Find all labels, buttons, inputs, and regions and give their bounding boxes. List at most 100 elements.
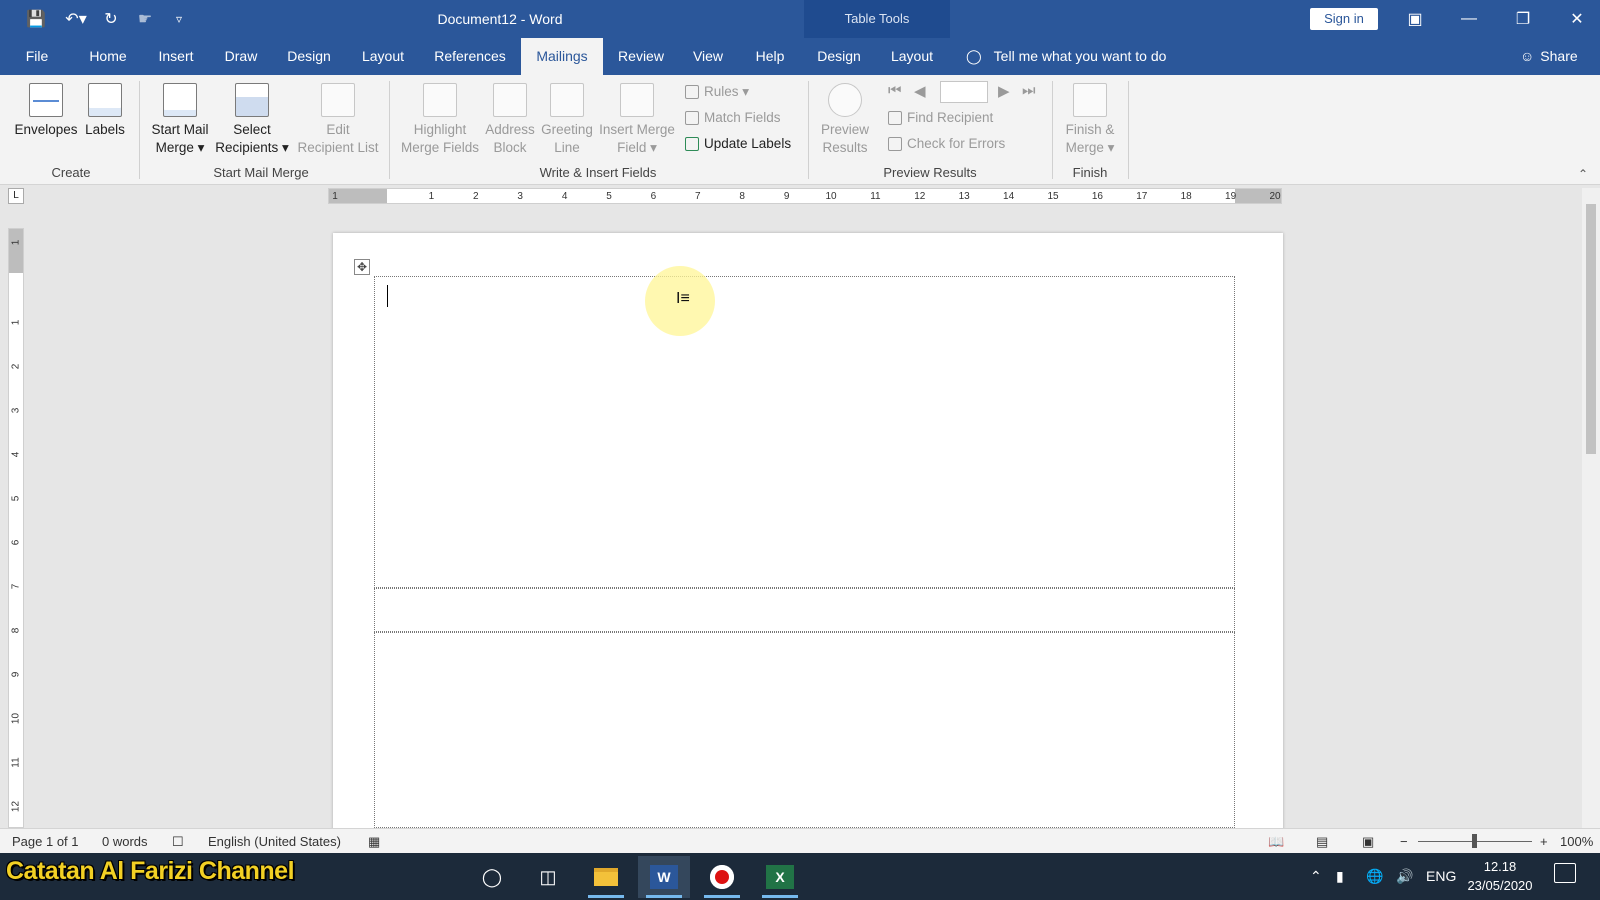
proofing-icon[interactable]: ☐ bbox=[172, 829, 184, 854]
table-cell-2[interactable] bbox=[374, 588, 1235, 632]
edit-recipient-list-button[interactable]: Edit Recipient List bbox=[292, 83, 384, 157]
greeting-line2: Line bbox=[554, 140, 580, 155]
ribbon-mailings: Envelopes Labels Create Start Mail Merge … bbox=[0, 75, 1600, 185]
tab-insert[interactable]: Insert bbox=[152, 38, 200, 75]
minimize-icon[interactable]: — bbox=[1446, 0, 1492, 38]
volume-icon[interactable]: 🔊 bbox=[1396, 853, 1413, 900]
record-number-input[interactable] bbox=[940, 81, 988, 103]
ruler-tick-label: 12 bbox=[10, 800, 22, 813]
finish-line1: Finish & bbox=[1065, 122, 1115, 137]
greeting-line-button[interactable]: Greeting Line bbox=[538, 83, 596, 157]
table-move-handle-icon[interactable]: ✥ bbox=[354, 259, 370, 275]
ribbon-display-options-icon[interactable]: ▣ bbox=[1392, 0, 1438, 38]
group-separator bbox=[808, 81, 809, 179]
customize-qat-icon[interactable]: ▿ bbox=[168, 0, 190, 38]
insert-line2: Field bbox=[617, 140, 647, 155]
undo-icon[interactable]: ↶▾ bbox=[58, 0, 94, 38]
rules-button[interactable]: Rules ▾ bbox=[685, 81, 749, 103]
tab-table-design[interactable]: Design bbox=[812, 38, 866, 75]
envelopes-button[interactable]: Envelopes bbox=[14, 83, 78, 139]
tab-home[interactable]: Home bbox=[82, 38, 134, 75]
word-app-icon[interactable]: W bbox=[638, 856, 690, 898]
zoom-level[interactable]: 100% bbox=[1560, 829, 1593, 854]
group-separator bbox=[139, 81, 140, 179]
select-recipients-button[interactable]: Select Recipients ▾ bbox=[214, 83, 290, 157]
task-view-icon[interactable]: ◫ bbox=[522, 856, 574, 898]
insert-merge-field-button[interactable]: Insert Merge Field ▾ bbox=[596, 83, 678, 157]
tab-view[interactable]: View bbox=[686, 38, 730, 75]
zoom-in-icon[interactable]: + bbox=[1540, 829, 1548, 854]
tab-review[interactable]: Review bbox=[614, 38, 668, 75]
address-block-button[interactable]: Address Block bbox=[482, 83, 538, 157]
share-button[interactable]: ☺ Share bbox=[1520, 38, 1578, 75]
sign-in-button[interactable]: Sign in bbox=[1310, 8, 1378, 30]
preview-line2: Results bbox=[822, 140, 868, 155]
tab-help[interactable]: Help bbox=[748, 38, 792, 75]
match-fields-button[interactable]: Match Fields bbox=[685, 107, 781, 129]
collapse-ribbon-icon[interactable]: ⌃ bbox=[1578, 167, 1588, 181]
macro-icon[interactable]: ▦ bbox=[368, 829, 380, 854]
table-cell-1[interactable] bbox=[374, 276, 1235, 588]
highlight-merge-fields-button[interactable]: Highlight Merge Fields bbox=[398, 83, 482, 157]
last-record-icon[interactable]: ⏭ bbox=[1022, 82, 1036, 99]
scrollbar-thumb[interactable] bbox=[1586, 204, 1596, 454]
table-cell-3[interactable] bbox=[374, 632, 1235, 828]
first-record-icon[interactable]: ⏮ bbox=[888, 82, 902, 99]
check-errors-button[interactable]: Check for Errors bbox=[888, 133, 1005, 155]
action-center-icon[interactable] bbox=[1554, 863, 1576, 883]
start-mail-merge-line1: Start Mail bbox=[151, 122, 209, 137]
input-language[interactable]: ENG bbox=[1426, 853, 1456, 900]
select-recipients-line2: Recipients bbox=[215, 140, 279, 155]
language-indicator[interactable]: English (United States) bbox=[208, 829, 341, 854]
zoom-out-icon[interactable]: − bbox=[1400, 829, 1408, 854]
tab-file[interactable]: File bbox=[18, 38, 56, 75]
update-labels-button[interactable]: Update Labels bbox=[685, 133, 791, 155]
close-icon[interactable]: ✕ bbox=[1554, 0, 1600, 38]
tell-me-search[interactable]: ◯ Tell me what you want to do bbox=[966, 38, 1166, 75]
print-layout-icon[interactable]: ▤ bbox=[1316, 829, 1328, 854]
zoom-slider-thumb[interactable] bbox=[1472, 834, 1477, 848]
restore-icon[interactable]: ❐ bbox=[1500, 0, 1546, 38]
previous-record-icon[interactable]: ◀ bbox=[914, 82, 926, 100]
ruler-tick-label: 14 bbox=[1003, 191, 1015, 202]
recorder-icon[interactable] bbox=[696, 856, 748, 898]
next-record-icon[interactable]: ▶ bbox=[998, 82, 1010, 100]
tab-draw[interactable]: Draw bbox=[218, 38, 264, 75]
excel-app-icon[interactable]: X bbox=[754, 856, 806, 898]
word-count[interactable]: 0 words bbox=[102, 829, 148, 854]
update-labels-label: Update Labels bbox=[704, 136, 792, 151]
start-mail-merge-button[interactable]: Start Mail Merge ▾ bbox=[146, 83, 214, 157]
ruler-tick-label: 13 bbox=[958, 191, 970, 202]
rules-label: Rules bbox=[704, 84, 739, 99]
labels-icon bbox=[88, 83, 122, 117]
redo-icon[interactable]: ↻ bbox=[98, 0, 124, 38]
find-recipient-button[interactable]: Find Recipient bbox=[888, 107, 993, 129]
taskbar-clock[interactable]: 12.18 23/05/2020 bbox=[1460, 857, 1540, 895]
read-mode-icon[interactable]: 📖 bbox=[1268, 829, 1284, 854]
horizontal-ruler[interactable]: 1 1 2 3 4 5 6 7 8 9 10 11 12 13 14 15 16 17 18 19 20 bbox=[328, 188, 1282, 204]
tab-design[interactable]: Design bbox=[282, 38, 336, 75]
start-mail-merge-icon bbox=[163, 83, 197, 117]
battery-icon[interactable]: ▮ bbox=[1336, 853, 1344, 900]
web-layout-icon[interactable]: ▣ bbox=[1362, 829, 1374, 854]
vertical-ruler[interactable]: 1 1 2 3 4 5 6 7 8 9 10 11 12 bbox=[8, 228, 24, 828]
tab-mailings[interactable]: Mailings bbox=[521, 38, 603, 75]
tab-selector[interactable]: L bbox=[8, 188, 24, 204]
network-globe-icon[interactable]: 🌐 bbox=[1366, 853, 1383, 900]
tab-references[interactable]: References bbox=[428, 38, 512, 75]
edit-list-icon bbox=[321, 83, 355, 117]
clock-time: 12.18 bbox=[1483, 859, 1517, 874]
share-label: Share bbox=[1540, 48, 1578, 64]
touch-mode-icon[interactable]: ☛ bbox=[132, 0, 158, 38]
save-icon[interactable]: 💾 bbox=[22, 0, 50, 38]
preview-results-button[interactable]: Preview Results bbox=[814, 83, 876, 157]
labels-button[interactable]: Labels bbox=[80, 83, 130, 139]
tab-table-layout[interactable]: Layout bbox=[884, 38, 940, 75]
show-hidden-icons-icon[interactable]: ⌃ bbox=[1310, 853, 1322, 900]
cortana-icon[interactable]: ◯ bbox=[466, 856, 518, 898]
file-explorer-icon[interactable] bbox=[580, 856, 632, 898]
tab-layout[interactable]: Layout bbox=[354, 38, 412, 75]
ruler-tick-label: 20 bbox=[1269, 191, 1281, 202]
finish-merge-button[interactable]: Finish & Merge ▾ bbox=[1058, 83, 1122, 157]
page-count[interactable]: Page 1 of 1 bbox=[12, 829, 79, 854]
